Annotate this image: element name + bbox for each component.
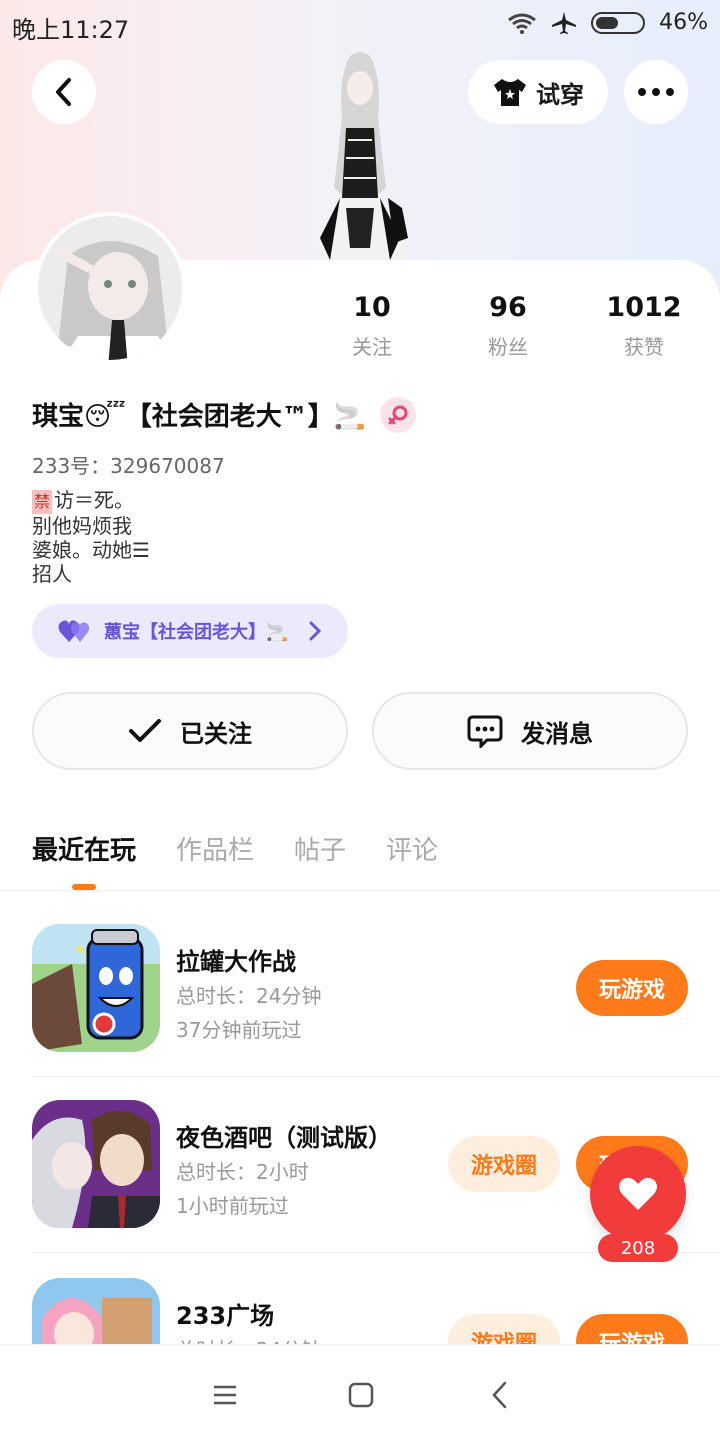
play-game-button[interactable]: 玩游戏 (576, 1314, 688, 1344)
game-row[interactable]: 拉罐大作战 总时长：24分钟 37分钟前玩过 玩游戏 (32, 924, 688, 1054)
chevron-left-icon (56, 78, 71, 106)
like-button[interactable] (590, 1146, 686, 1242)
stat-following-label: 关注 (352, 335, 392, 359)
status-time: 晚上11:27 (12, 16, 130, 44)
status-bar: 晚上11:27 46% (0, 0, 720, 50)
wifi-icon (508, 13, 537, 34)
game-name: 233广场 (176, 1302, 275, 1330)
user-id: 233号：329670087 (32, 454, 225, 478)
chevron-right-icon (309, 621, 322, 641)
system-navigation-bar (0, 1344, 720, 1440)
gender-female-icon (380, 396, 417, 433)
stat-likes-label: 获赞 (624, 335, 664, 359)
game-icon-night-bar[interactable] (32, 1100, 160, 1228)
try-on-label: 试穿 (536, 80, 584, 109)
relation-chip[interactable]: 蕙宝【社会团老大】🚬 (32, 604, 348, 658)
stat-followers[interactable]: 96 粉丝 (448, 292, 568, 360)
game-row[interactable]: 233广场 总时长：24分钟 游戏圈 玩游戏 (32, 1278, 688, 1344)
forbidden-emoji: 禁 (32, 490, 53, 514)
play-game-button[interactable]: 玩游戏 (576, 960, 688, 1016)
game-last-played: 1小时前玩过 (176, 1194, 289, 1218)
username-text: 琪宝😴【社会团老大™】🚬 (32, 402, 367, 432)
tabs-divider (0, 890, 720, 891)
battery-icon (591, 11, 646, 34)
stat-followers-value: 96 (489, 292, 527, 323)
profile-tabs: 最近在玩 作品栏 帖子 评论 (32, 830, 438, 867)
avatar-character-figure (290, 48, 430, 262)
game-last-played: 37分钟前玩过 (176, 1018, 302, 1042)
try-on-button[interactable]: 试穿 (468, 60, 608, 124)
double-heart-icon (58, 620, 90, 642)
bio-line: 婆娘。动她☰ (32, 538, 150, 562)
tab-works[interactable]: 作品栏 (176, 830, 254, 867)
username: 琪宝😴【社会团老大™】🚬 (32, 396, 417, 433)
game-icon-can-battle[interactable] (32, 924, 160, 1052)
back-nav-button[interactable] (480, 1375, 520, 1415)
home-square-icon (348, 1382, 374, 1408)
bio-line: 招人 (32, 562, 72, 586)
game-name: 夜色酒吧（测试版） (176, 1124, 392, 1152)
game-row[interactable]: 夜色酒吧（测试版） 总时长：2小时 1小时前玩过 游戏圈 玩游戏 (32, 1100, 688, 1230)
followed-label: 已关注 (180, 719, 252, 748)
game-duration: 总时长：2小时 (176, 1160, 309, 1184)
stat-following-value: 10 (353, 292, 391, 323)
game-name: 拉罐大作战 (176, 948, 296, 976)
game-icon-233-plaza[interactable] (32, 1278, 160, 1344)
chat-bubble-icon (467, 715, 503, 748)
row-divider (32, 1076, 720, 1077)
relation-name: 蕙宝【社会团老大】🚬 (104, 622, 289, 643)
home-nav-button[interactable] (341, 1375, 381, 1415)
stat-likes-value: 1012 (606, 292, 682, 323)
airplane-icon (552, 11, 577, 34)
battery-percent: 46% (659, 10, 708, 35)
tab-posts[interactable]: 帖子 (294, 830, 346, 867)
heart-icon (619, 1177, 657, 1210)
bio-line: 别他妈烦我 (32, 514, 132, 538)
back-button[interactable] (32, 60, 96, 124)
tab-comments[interactable]: 评论 (386, 830, 438, 867)
game-duration: 总时长：24分钟 (176, 1334, 321, 1344)
menu-nav-button[interactable] (205, 1375, 245, 1415)
stat-likes[interactable]: 1012 获赞 (584, 292, 704, 360)
stat-followers-label: 粉丝 (488, 335, 528, 359)
send-message-label: 发消息 (521, 719, 593, 748)
bio-line: 禁访＝死。 (32, 488, 135, 514)
followed-button[interactable]: 已关注 (32, 692, 348, 770)
send-message-button[interactable]: 发消息 (372, 692, 688, 770)
check-icon (129, 719, 161, 742)
more-button[interactable] (624, 60, 688, 124)
more-dots-icon (638, 88, 674, 96)
tshirt-icon (494, 79, 526, 106)
menu-icon (214, 1385, 236, 1405)
like-count: 208 (598, 1234, 678, 1262)
bio: 禁访＝死。 别他妈烦我 婆娘。动她☰ 招人 (32, 488, 150, 586)
game-circle-button[interactable]: 游戏圈 (448, 1136, 560, 1192)
tab-recent[interactable]: 最近在玩 (32, 830, 136, 867)
game-duration: 总时长：24分钟 (176, 984, 322, 1008)
avatar[interactable] (34, 212, 186, 364)
stat-following[interactable]: 10 关注 (312, 292, 432, 360)
status-icons: 46% (507, 10, 708, 35)
back-chevron-icon (492, 1381, 507, 1409)
game-circle-button[interactable]: 游戏圈 (448, 1314, 560, 1344)
